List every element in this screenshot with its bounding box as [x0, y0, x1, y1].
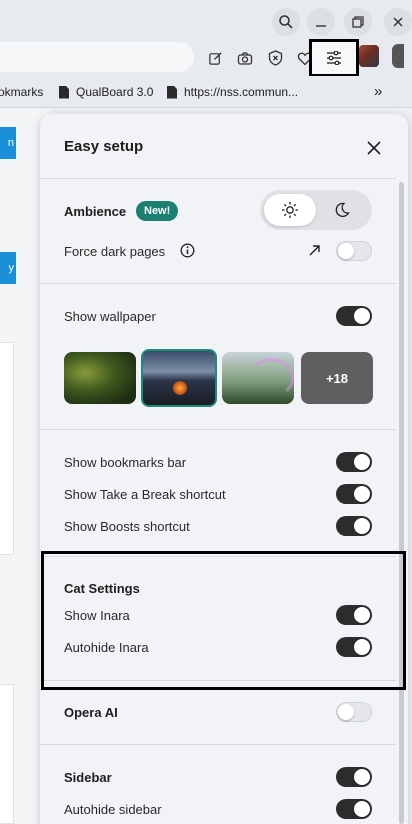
bookmark-item[interactable]: https://nss.commun... [167, 85, 298, 99]
background-card [0, 342, 14, 555]
background-button[interactable]: n [0, 127, 16, 159]
moon-icon [335, 202, 350, 217]
easy-setup-panel: Easy setup Ambience New! Force dark page… [40, 114, 408, 824]
background-button[interactable]: y [0, 252, 16, 284]
boosts-toggle[interactable] [336, 516, 372, 536]
wallpaper-thumbnail-selected[interactable] [141, 349, 217, 407]
close-window-icon [393, 17, 403, 27]
minimize-button[interactable] [307, 8, 335, 36]
bookmark-label: QualBoard 3.0 [76, 85, 154, 99]
search-tabs-button[interactable] [272, 8, 300, 36]
wallpaper-thumbnail[interactable] [222, 352, 294, 404]
url-field[interactable] [0, 42, 194, 72]
light-theme-option[interactable] [264, 194, 316, 226]
doc-icon [167, 85, 177, 99]
more-bookmarks-button[interactable]: » [374, 83, 382, 100]
aurora-graphic [248, 358, 294, 398]
shield-icon[interactable] [265, 48, 285, 68]
panel-title: Easy setup [64, 138, 144, 155]
show-wallpaper-toggle[interactable] [336, 306, 372, 326]
search-icon [279, 15, 293, 29]
easy-setup-icon [327, 51, 341, 65]
divider [40, 429, 396, 430]
avatar[interactable] [359, 45, 379, 67]
show-bookmarks-bar-toggle[interactable] [336, 452, 372, 472]
show-wallpaper-label: Show wallpaper [64, 309, 156, 324]
edit-icon[interactable] [205, 48, 225, 68]
force-dark-toggle[interactable] [336, 241, 372, 261]
divider [40, 283, 396, 284]
minimize-icon [316, 25, 326, 27]
browser-window: okmarks QualBoard 3.0 https://nss.commun… [0, 0, 412, 824]
bookmarks-bar: okmarks QualBoard 3.0 https://nss.commun… [0, 76, 412, 108]
campfire-graphic [173, 381, 187, 395]
bookmark-label: okmarks [0, 85, 44, 99]
dark-theme-option[interactable] [316, 194, 368, 226]
sidebar-label: Sidebar [64, 770, 112, 785]
bookmark-label: https://nss.commun... [184, 85, 299, 99]
force-dark-label: Force dark pages [64, 244, 166, 259]
camera-icon[interactable] [235, 48, 255, 68]
show-bookmarks-bar-label: Show bookmarks bar [64, 455, 187, 470]
doc-icon [59, 85, 69, 99]
take-break-label: Show Take a Break shortcut [64, 487, 226, 502]
sidebar-toggle[interactable] [336, 767, 372, 787]
sidebar-icon[interactable] [392, 44, 404, 68]
bookmark-item[interactable]: okmarks [0, 85, 43, 99]
new-badge: New! [136, 201, 179, 221]
close-window-button[interactable] [384, 8, 412, 36]
title-bar [0, 0, 412, 40]
ambience-label: Ambience [64, 204, 127, 219]
close-icon [367, 141, 381, 155]
more-wallpapers-button[interactable]: +18 [301, 352, 373, 404]
wallpaper-thumbnail[interactable] [64, 352, 136, 404]
restore-icon [352, 16, 364, 28]
take-break-toggle[interactable] [336, 484, 372, 504]
theme-switcher [260, 190, 372, 230]
autohide-sidebar-label: Autohide sidebar [64, 802, 162, 817]
info-icon[interactable] [180, 243, 195, 258]
divider [40, 744, 396, 745]
bookmark-item[interactable]: QualBoard 3.0 [59, 85, 153, 99]
background-card [0, 684, 14, 824]
opera-ai-label: Opera AI [64, 705, 118, 720]
boosts-label: Show Boosts shortcut [64, 519, 190, 534]
restore-button[interactable] [344, 8, 372, 36]
panel-scrollbar[interactable] [399, 182, 404, 824]
easy-setup-button[interactable] [309, 39, 359, 77]
highlight-box [41, 551, 406, 690]
chevron-double-right-icon: » [374, 83, 383, 100]
opera-ai-toggle[interactable] [336, 702, 372, 722]
divider [40, 178, 396, 179]
autohide-sidebar-toggle[interactable] [336, 799, 372, 819]
external-link-icon[interactable] [308, 244, 321, 257]
sun-icon [282, 202, 298, 218]
close-panel-button[interactable] [362, 136, 386, 160]
